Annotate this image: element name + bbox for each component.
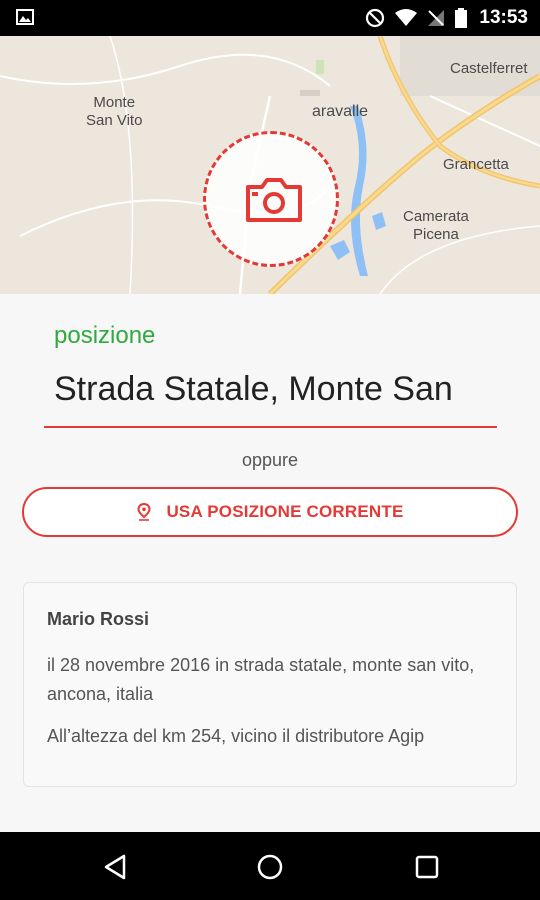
report-card: Mario Rossi il 28 novembre 2016 in strad…	[23, 582, 517, 787]
location-pin-icon	[137, 503, 151, 521]
position-input[interactable]: Strada Statale, Monte San	[54, 370, 504, 409]
map-label-chiaravalle: aravalle	[312, 103, 369, 120]
no-signal-icon	[428, 10, 445, 26]
navigation-bar	[0, 832, 540, 900]
use-current-location-label: USA POSIZIONE CORRENTE	[166, 502, 404, 521]
home-icon[interactable]	[255, 852, 285, 882]
or-separator: oppure	[241, 450, 299, 470]
map-label-castelferretti: Castelferret	[450, 60, 528, 77]
map-header[interactable]: Monte San Vito aravalle Castelferret Gra…	[0, 36, 540, 294]
input-underline	[44, 426, 497, 428]
map-label-monte-san-vito: Monte San Vito	[86, 94, 143, 129]
report-description: il 28 novembre 2016 in strada statale, m…	[47, 655, 475, 704]
content-area: posizione Strada Statale, Monte San oppu…	[0, 294, 540, 832]
do-not-disturb-icon	[366, 8, 385, 28]
clock: 13:53	[479, 7, 528, 28]
position-label: posizione	[54, 322, 156, 349]
recents-icon[interactable]	[412, 852, 442, 882]
report-note: All’altezza del km 254, vicino il distri…	[47, 726, 425, 746]
map-label-grancetta: Grancetta	[443, 156, 509, 173]
wifi-icon	[395, 9, 418, 26]
battery-icon	[455, 8, 468, 28]
back-icon[interactable]	[100, 852, 130, 882]
report-author: Mario Rossi	[47, 609, 150, 629]
image-icon	[16, 9, 34, 25]
map-label-camerata-picena: Camerata Picena	[403, 208, 469, 243]
camera-icon	[246, 178, 302, 222]
use-current-location-button[interactable]: USA POSIZIONE CORRENTE	[22, 487, 518, 537]
camera-button[interactable]	[203, 131, 339, 267]
status-bar: 13:53	[0, 0, 540, 36]
